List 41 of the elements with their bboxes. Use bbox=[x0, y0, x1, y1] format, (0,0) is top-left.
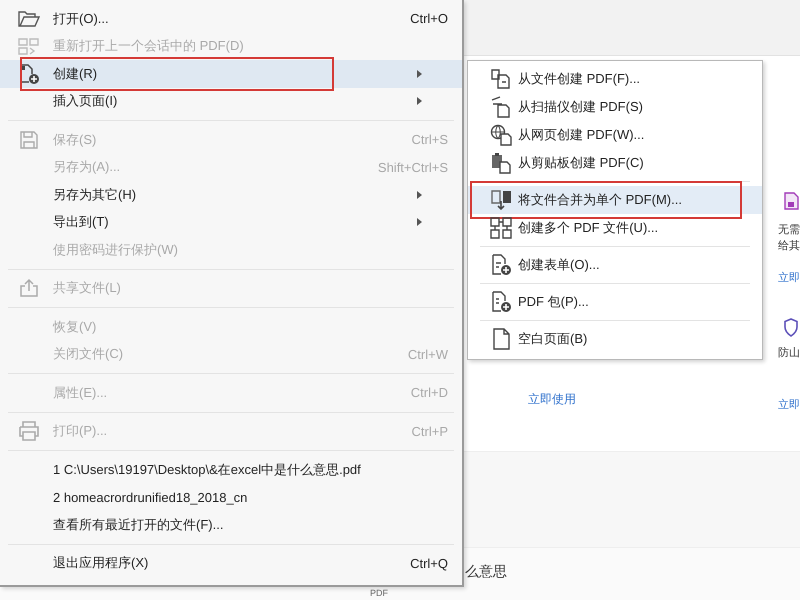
shield-icon bbox=[783, 318, 799, 337]
submenu-item[interactable]: 创建多个 PDF 文件(U)... bbox=[468, 214, 762, 242]
use-now-link[interactable]: 立即 bbox=[778, 270, 800, 285]
submenu-arrow-icon bbox=[417, 218, 422, 226]
menu-item[interactable]: 插入页面(I) bbox=[0, 88, 462, 115]
submenu-item[interactable]: 从扫描仪创建 PDF(S) bbox=[468, 93, 762, 121]
package-icon bbox=[490, 291, 514, 313]
folder-icon bbox=[18, 10, 40, 28]
form-icon bbox=[490, 254, 514, 276]
share-icon bbox=[18, 278, 38, 298]
multiple-files-icon bbox=[490, 217, 514, 239]
submenu-arrow-icon bbox=[417, 190, 422, 199]
combine-files-icon bbox=[490, 189, 514, 211]
submenu-item[interactable]: 创建表单(O)... bbox=[468, 251, 762, 279]
submenu-item[interactable]: PDF 包(P)... bbox=[468, 288, 762, 316]
submenu-arrow-icon bbox=[417, 70, 422, 78]
menu-item[interactable]: 查看所有最近打开的文件(F)... bbox=[0, 511, 462, 538]
use-now-link[interactable]: 立即 bbox=[778, 397, 800, 412]
submenu-arrow-icon bbox=[417, 97, 422, 106]
menu-item[interactable]: 导出到(T) bbox=[0, 208, 462, 236]
menu-item[interactable]: 创建(R) bbox=[0, 60, 462, 88]
menu-item[interactable]: 退出应用程序(X) Ctrl+Q bbox=[0, 550, 462, 577]
card-text: 防山 bbox=[778, 346, 800, 361]
file-type-label: PDF bbox=[370, 588, 388, 598]
file-name-text: 么意思 bbox=[465, 563, 507, 581]
submenu-item[interactable]: 将文件合并为单个 PDF(M)... bbox=[468, 186, 762, 214]
use-now-link[interactable]: 立即使用 bbox=[528, 391, 576, 408]
submenu-item[interactable]: 从网页创建 PDF(W)... bbox=[468, 121, 762, 149]
menu-item[interactable]: 1 C:\Users\19197\Desktop\&在excel中是什么意思.pdf bbox=[0, 456, 462, 484]
menu-item[interactable]: 打开(O)... Ctrl+O bbox=[0, 5, 462, 32]
save-icon bbox=[18, 130, 38, 150]
card-text: 给其 bbox=[778, 239, 800, 254]
documents-icon bbox=[18, 37, 40, 56]
menu-item[interactable]: 2 homeacrordrunified18_2018_cn bbox=[0, 484, 462, 511]
submenu-item[interactable]: 从文件创建 PDF(F)... bbox=[468, 65, 762, 93]
menu-item[interactable]: 另存为其它(H) bbox=[0, 181, 462, 208]
submenu-item[interactable]: 空白页面(B) bbox=[468, 325, 762, 353]
card-text: 无需 bbox=[778, 223, 800, 238]
globe-icon bbox=[490, 124, 514, 146]
submenu-item[interactable]: 从剪贴板创建 PDF(C) bbox=[468, 149, 762, 177]
printer-icon bbox=[18, 421, 40, 442]
